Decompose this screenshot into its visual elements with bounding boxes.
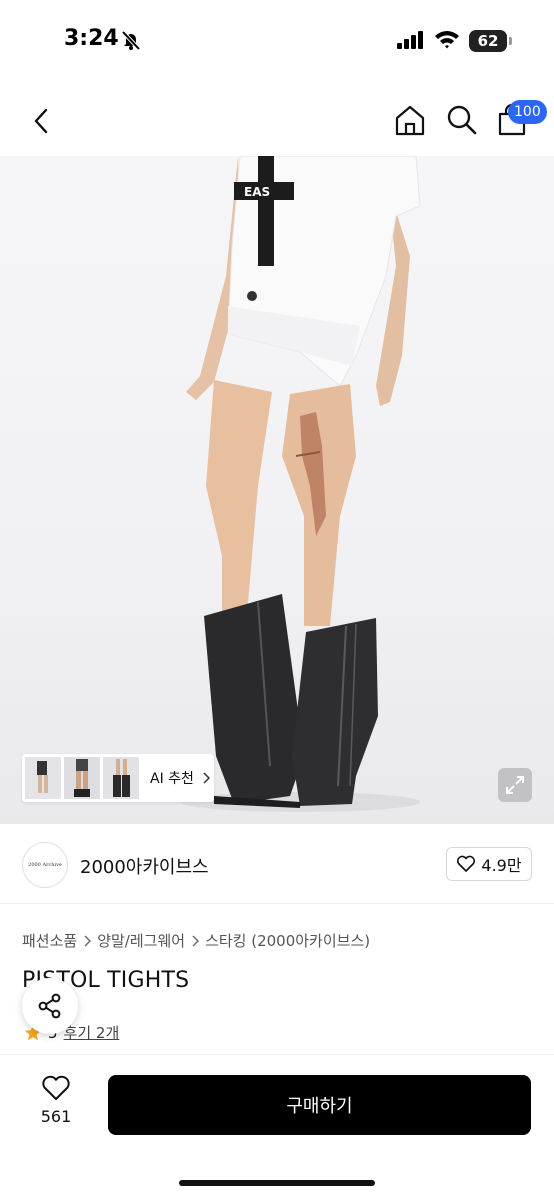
breadcrumb: 패션소품 양말/레그웨어 스타킹 (2000아카이브스) (22, 930, 370, 951)
bell-off-icon (120, 29, 142, 55)
product-photo-illustration: EAS (180, 156, 421, 812)
thumbnail-1[interactable] (25, 757, 61, 799)
thumbnail-3[interactable] (103, 757, 139, 799)
share-button[interactable] (22, 978, 78, 1034)
product-photo[interactable]: EAS (0, 156, 554, 824)
breadcrumb-item[interactable]: 패션소품 (22, 930, 77, 951)
wifi-icon (434, 29, 460, 53)
thumbnail-2-image (64, 757, 100, 799)
like-button[interactable]: 561 (26, 1075, 86, 1135)
app-header (0, 84, 554, 156)
back-button[interactable] (24, 104, 58, 138)
battery-tip (509, 37, 512, 45)
store-name[interactable]: 2000아카이브스 (80, 853, 209, 879)
share-icon (38, 993, 61, 1019)
ai-recommend-link[interactable]: AI 추천 (150, 768, 210, 788)
expand-photo-button[interactable] (498, 768, 532, 802)
store-logo[interactable]: 2000 Archive (22, 842, 68, 888)
home-button[interactable] (392, 102, 428, 138)
svg-text:EAS: EAS (244, 185, 270, 199)
like-count: 561 (40, 1107, 72, 1126)
store-row[interactable]: 2000 Archive 2000아카이브스 4.9만 (0, 824, 554, 904)
home-indicator (179, 1180, 375, 1186)
signal-icon (397, 31, 425, 53)
chevron-left-icon (34, 108, 48, 134)
thumbnail-2[interactable] (64, 757, 100, 799)
expand-icon (506, 776, 524, 794)
breadcrumb-item[interactable]: 스타킹 (2000아카이브스) (205, 930, 370, 951)
chevron-right-icon (84, 935, 92, 946)
buy-button[interactable]: 구매하기 (108, 1075, 531, 1135)
bottom-action-bar: 561 구매하기 (0, 1054, 554, 1200)
breadcrumb-item[interactable]: 양말/레그웨어 (97, 930, 185, 951)
ai-recommend-label: AI 추천 (150, 771, 194, 787)
thumbnail-1-image (25, 757, 61, 799)
status-bar: 3:24 62 (0, 0, 554, 84)
reviews-link[interactable]: 후기 2개 (64, 1022, 120, 1043)
cart-count-badge: 100 (508, 100, 547, 124)
home-icon (395, 105, 425, 136)
store-favorite-button[interactable]: 4.9만 (446, 847, 532, 881)
search-icon (447, 105, 477, 135)
battery-indicator: 62 (469, 30, 507, 52)
heart-icon (42, 1075, 70, 1100)
search-button[interactable] (444, 102, 480, 138)
thumbnail-strip[interactable]: AI 추천 (22, 754, 214, 802)
store-logo-text: 2000 Archive (28, 862, 62, 868)
store-favorite-count: 4.9만 (481, 856, 522, 875)
status-time: 3:24 (64, 26, 119, 51)
chevron-right-icon (192, 935, 200, 946)
chevron-right-icon (203, 772, 210, 784)
thumbnail-3-image (103, 757, 139, 799)
heart-icon (457, 855, 476, 872)
